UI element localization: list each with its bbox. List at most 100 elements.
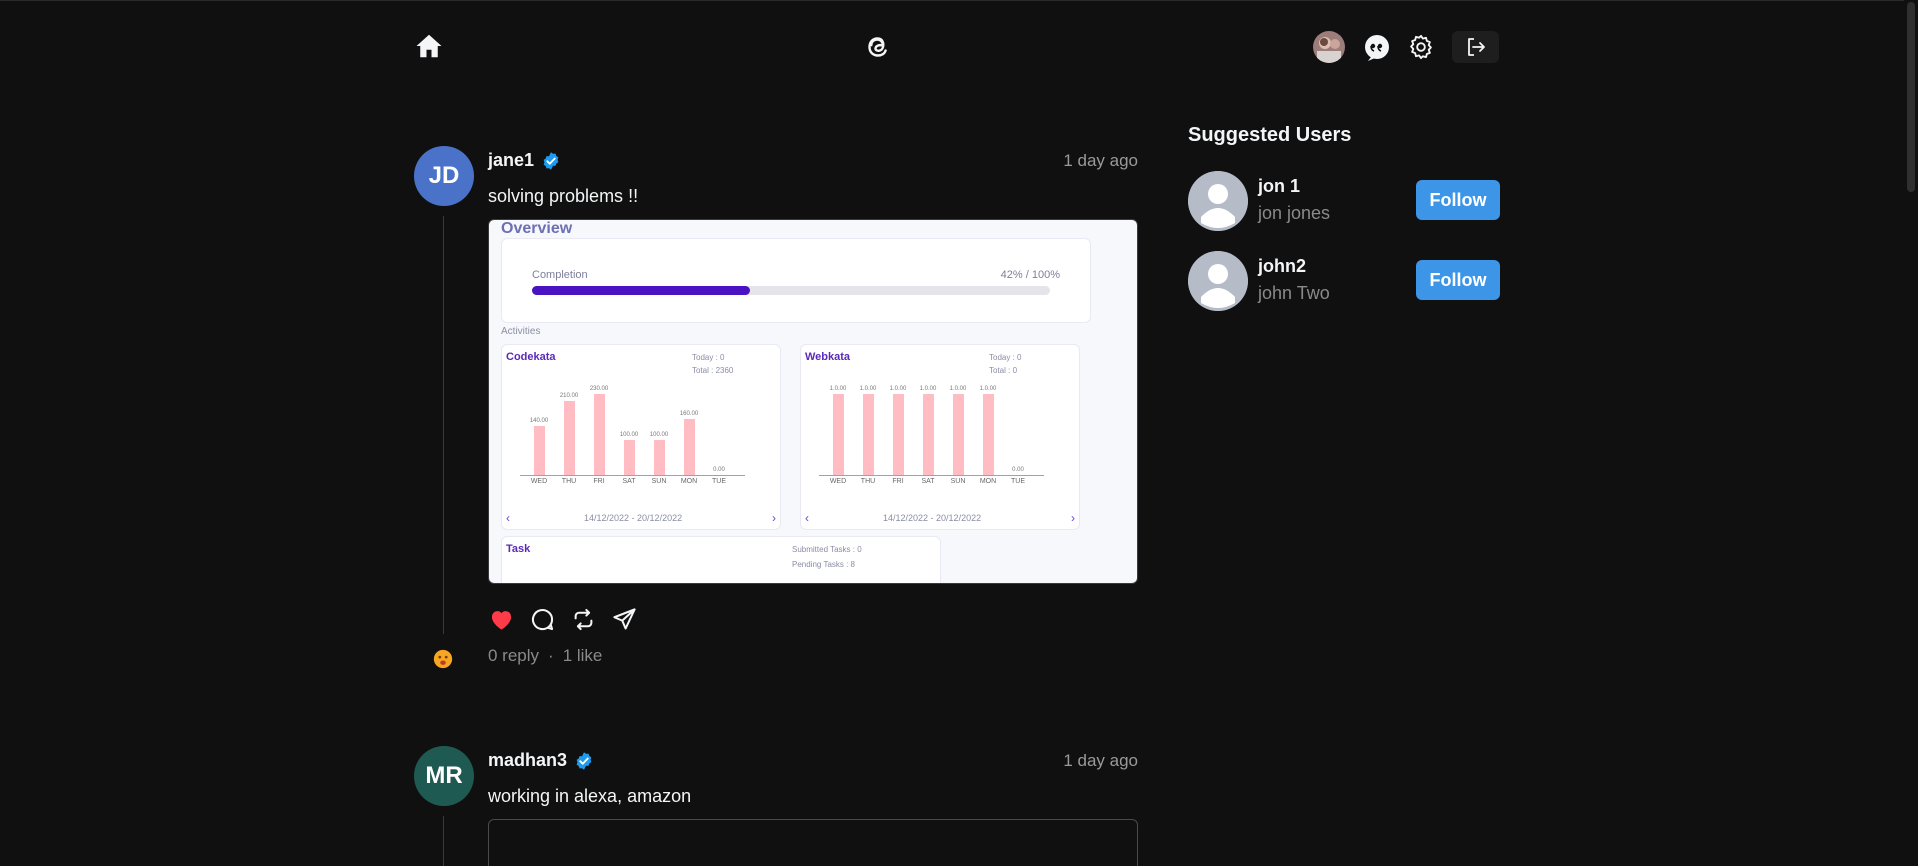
chart-value-label: 1.0.00 xyxy=(829,386,847,393)
suggested-user: john2 john Two Follow xyxy=(1188,251,1500,313)
scrollbar-thumb[interactable] xyxy=(1907,2,1915,192)
comment-icon[interactable] xyxy=(529,606,556,633)
settings-icon[interactable] xyxy=(1407,33,1437,63)
chart-value-label: 0.00 xyxy=(1012,467,1024,473)
chart-bar xyxy=(893,394,904,475)
dashboard-title: Overview xyxy=(501,220,573,237)
codekata-next-arrow[interactable]: › xyxy=(772,511,776,525)
chart-value-label: 100.00 xyxy=(619,431,639,438)
post-username[interactable]: madhan3 xyxy=(488,750,594,771)
chart-value-label: 1.0.00 xyxy=(979,386,997,393)
chart-day-label: TUE xyxy=(712,478,726,485)
post-timestamp: 1 day ago xyxy=(1063,151,1138,170)
post-stats: 0 reply · 1 like xyxy=(488,646,602,666)
post-text: solving problems !! xyxy=(488,186,639,206)
chart-bar xyxy=(923,394,934,475)
chart-value-label: 140.00 xyxy=(529,417,549,424)
chart-value-label: 0.00 xyxy=(713,467,725,473)
user-silhouette-icon[interactable] xyxy=(1188,251,1248,311)
suggested-fullname: jon jones xyxy=(1258,203,1331,223)
post-timestamp: 1 day ago xyxy=(1063,751,1138,770)
chart-value-label: 1.0.00 xyxy=(919,386,937,393)
suggested-username[interactable]: john2 xyxy=(1258,256,1306,277)
logout-button[interactable] xyxy=(1452,31,1499,63)
chart-bar xyxy=(833,394,844,475)
chart-day-label: SAT xyxy=(921,478,935,485)
like-count[interactable]: 1 like xyxy=(563,646,603,666)
chat-icon[interactable] xyxy=(1362,33,1392,63)
chart-day-label: TUE xyxy=(1011,478,1025,485)
suggested-user: jon 1 jon jones Follow xyxy=(1188,171,1500,233)
chart-day-label: MON xyxy=(979,478,997,485)
codekata-chart: 140.00 WED 210.00 THU 230.00 FRI 100.00 SAT 100.… xyxy=(520,375,750,500)
post: MR madhan3 1 day ago working in alexa, a… xyxy=(414,746,1138,866)
suggested-fullname: john Two xyxy=(1258,283,1330,303)
post-actions xyxy=(488,606,638,633)
chart-value-label: 210.00 xyxy=(559,393,579,400)
chart-bar xyxy=(594,394,605,475)
chart-bar xyxy=(863,394,874,475)
follow-button[interactable]: Follow xyxy=(1416,180,1500,220)
webkata-today: Today : 0 xyxy=(989,353,1022,362)
chart-day-label: WED xyxy=(829,478,847,485)
post-username[interactable]: jane1 xyxy=(488,150,561,171)
chart-bar xyxy=(534,425,545,475)
post-avatar[interactable]: JD xyxy=(414,146,474,206)
task-pending: Pending Tasks : 8 xyxy=(792,560,856,569)
verified-icon xyxy=(576,751,592,770)
chart-value-label: 160.00 xyxy=(679,410,699,417)
webkata-range: 14/12/2022 - 20/12/2022 xyxy=(883,513,982,523)
webkata-next-arrow[interactable]: › xyxy=(1071,511,1075,525)
username-text: jane1 xyxy=(488,150,535,170)
reply-avatar-icon xyxy=(433,649,453,669)
chart-bar xyxy=(624,439,635,475)
post-avatar[interactable]: MR xyxy=(414,746,474,806)
chart-day-label: SUN xyxy=(651,478,667,485)
thread-line xyxy=(443,216,444,634)
chart-bar xyxy=(654,439,665,475)
codekata-total: Total : 2360 xyxy=(692,366,734,375)
threads-logo-icon[interactable] xyxy=(862,31,894,63)
suggested-username[interactable]: jon 1 xyxy=(1258,176,1300,197)
chart-axis xyxy=(520,475,745,476)
reply-count[interactable]: 0 reply xyxy=(488,646,539,666)
chart-day-label: MON xyxy=(680,478,698,485)
webkata-chart: 1.0.00 WED 1.0.00 THU 1.0.00 FRI 1.0.00 SAT 1.0.… xyxy=(819,375,1049,500)
webkata-prev-arrow[interactable]: ‹ xyxy=(805,511,809,525)
chart-day-label: SUN xyxy=(950,478,966,485)
webkata-card: Webkata Today : 0 Total : 0 1.0.00 WED 1.0… xyxy=(800,344,1080,530)
heart-icon[interactable] xyxy=(488,606,515,633)
home-icon[interactable] xyxy=(414,31,444,61)
repost-icon[interactable] xyxy=(570,606,597,633)
chart-bar xyxy=(983,394,994,475)
share-icon[interactable] xyxy=(611,606,638,633)
logout-icon xyxy=(1467,38,1485,56)
post-image[interactable] xyxy=(488,819,1138,866)
task-card: Task Submitted Tasks : 0 Pending Tasks :… xyxy=(501,536,941,583)
post-image[interactable]: Overview Completion 42% / 100% Activitie… xyxy=(488,219,1138,584)
avatar-initials: MR xyxy=(425,762,463,789)
scrollbar[interactable] xyxy=(1904,0,1918,866)
activities-label: Activities xyxy=(501,326,541,337)
follow-button[interactable]: Follow xyxy=(1416,260,1500,300)
user-silhouette-icon[interactable] xyxy=(1188,171,1248,231)
chart-day-label: THU xyxy=(860,478,876,485)
post: JD jane1 1 day ago solving problems !! O… xyxy=(414,146,1138,676)
chart-day-label: WED xyxy=(530,478,548,485)
chart-value-label: 230.00 xyxy=(589,386,609,393)
completion-bar xyxy=(532,286,750,295)
codekata-prev-arrow[interactable]: ‹ xyxy=(506,511,510,525)
chart-bar xyxy=(953,394,964,475)
top-navbar xyxy=(0,0,1918,90)
chart-value-label: 1.0.00 xyxy=(949,386,967,393)
suggested-users-panel: Suggested Users jon 1 jon jones Follow j… xyxy=(1188,124,1500,311)
post-text: working in alexa, amazon xyxy=(488,786,692,806)
completion-value: 42% / 100% xyxy=(1000,269,1060,281)
task-submitted: Submitted Tasks : 0 xyxy=(792,545,862,554)
thread-line xyxy=(443,816,444,866)
avatar-initials: JD xyxy=(428,162,460,189)
codekata-title: Codekata xyxy=(506,351,556,363)
chart-day-label: FRI xyxy=(593,478,605,485)
task-title: Task xyxy=(506,543,531,555)
profile-avatar[interactable] xyxy=(1313,31,1345,63)
